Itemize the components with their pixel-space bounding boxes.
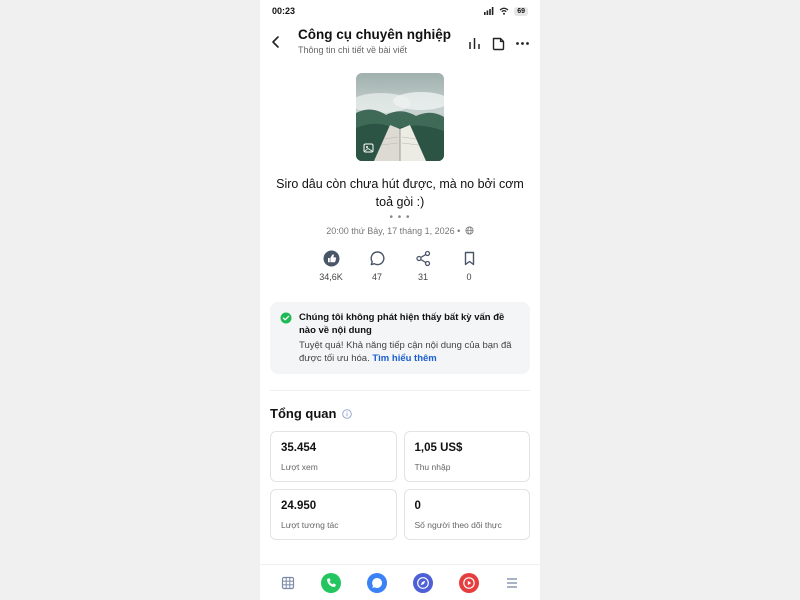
- back-button[interactable]: [270, 26, 292, 70]
- menu-icon: [507, 577, 517, 588]
- header-actions: [467, 26, 530, 51]
- earnings-label: Thu nhập: [414, 462, 451, 472]
- post-image: [356, 73, 444, 161]
- post-thumbnail[interactable]: [356, 73, 444, 161]
- comments-count: 47: [371, 272, 382, 282]
- overview-header: Tổng quan: [270, 406, 530, 421]
- compass-icon: [413, 572, 433, 593]
- phone-screen: 00:23 69 Công cụ chuyên nghiệp Thông tin…: [260, 0, 540, 600]
- insights-button[interactable]: [467, 36, 482, 51]
- battery-icon: 69: [514, 6, 528, 16]
- chat-icon: [367, 572, 387, 593]
- status-time: 00:23: [272, 6, 296, 16]
- views-value: 35.454: [281, 442, 317, 454]
- document-icon: [492, 37, 505, 51]
- views-card[interactable]: 35.454 Lượt xem: [270, 431, 397, 482]
- title-block: Công cụ chuyên nghiệp Thông tin chi tiết…: [292, 26, 467, 55]
- timestamp-text: 20:00 thứ Bảy, 17 tháng 1, 2026 •: [326, 226, 461, 236]
- header: Công cụ chuyên nghiệp Thông tin chi tiết…: [260, 22, 540, 62]
- more-icon: [516, 42, 529, 45]
- page-title: Công cụ chuyên nghiệp: [298, 27, 452, 42]
- video-icon: [459, 572, 479, 593]
- notice-text: Chúng tôi không phát hiện thấy bất kỳ vấ…: [299, 311, 520, 365]
- bookmark-icon: [464, 251, 474, 266]
- nav-apps[interactable]: [281, 576, 295, 590]
- post-caption: Siro dâu còn chưa hút được, mà no bởi cơ…: [276, 177, 524, 209]
- chevron-left-icon: [272, 36, 279, 48]
- apps-icon: [281, 576, 295, 589]
- note-button[interactable]: [491, 36, 506, 51]
- engagement-stats: 34,6K 47 31 0: [260, 250, 540, 282]
- caption-more-dots[interactable]: • • •: [260, 212, 540, 223]
- globe-icon: [465, 226, 474, 235]
- followers-value: 0: [414, 500, 421, 512]
- content-notice: Chúng tôi không phát hiện thấy bất kỳ vấ…: [270, 302, 530, 374]
- phone-icon: [321, 572, 341, 593]
- status-bar: 00:23 69: [260, 0, 540, 22]
- followers-label: Số người theo dõi thực: [414, 520, 502, 530]
- likes-count: 34,6K: [319, 272, 343, 282]
- nav-phone[interactable]: [321, 572, 341, 593]
- views-label: Lượt xem: [281, 462, 318, 472]
- comment-icon: [370, 251, 385, 266]
- interactions-value: 24.950: [281, 500, 317, 512]
- shares-stat[interactable]: 31: [409, 250, 437, 282]
- check-circle-icon: [280, 312, 292, 324]
- like-icon: [323, 250, 339, 267]
- bottom-nav: [260, 564, 540, 600]
- info-icon[interactable]: [342, 408, 353, 419]
- signal-icon: [484, 7, 494, 15]
- shares-count: 31: [417, 272, 428, 282]
- earnings-card[interactable]: 1,05 US$ Thu nhập: [403, 431, 530, 482]
- saves-stat[interactable]: 0: [455, 250, 483, 282]
- wifi-icon: [499, 7, 509, 15]
- overview-grid: 35.454 Lượt xem 1,05 US$ Thu nhập 24.950…: [270, 431, 530, 540]
- page-subtitle: Thông tin chi tiết về bài viết: [298, 45, 408, 55]
- nav-video[interactable]: [459, 572, 479, 593]
- nav-chat[interactable]: [367, 572, 387, 593]
- bar-chart-icon: [469, 38, 480, 49]
- followers-card[interactable]: 0 Số người theo dõi thực: [403, 489, 530, 540]
- nav-compass[interactable]: [413, 572, 433, 593]
- nav-menu[interactable]: [505, 576, 519, 590]
- more-button[interactable]: [515, 36, 530, 51]
- section-divider: [270, 390, 530, 391]
- share-icon: [415, 250, 430, 267]
- learn-more-link[interactable]: Tìm hiểu thêm: [372, 353, 436, 364]
- comments-stat[interactable]: 47: [363, 250, 391, 282]
- notice-body: Tuyệt quá! Khả năng tiếp cận nội dung củ…: [299, 339, 520, 365]
- overview-title: Tổng quan: [270, 406, 337, 421]
- notice-title: Chúng tôi không phát hiện thấy bất kỳ vấ…: [299, 312, 505, 336]
- status-icons: 69: [484, 6, 528, 16]
- earnings-value: 1,05 US$: [414, 442, 463, 454]
- interactions-card[interactable]: 24.950 Lượt tương tác: [270, 489, 397, 540]
- post-timestamp: 20:00 thứ Bảy, 17 tháng 1, 2026 •: [260, 226, 540, 236]
- interactions-label: Lượt tương tác: [281, 520, 339, 530]
- saves-count: 0: [466, 272, 472, 282]
- likes-stat[interactable]: 34,6K: [317, 250, 345, 282]
